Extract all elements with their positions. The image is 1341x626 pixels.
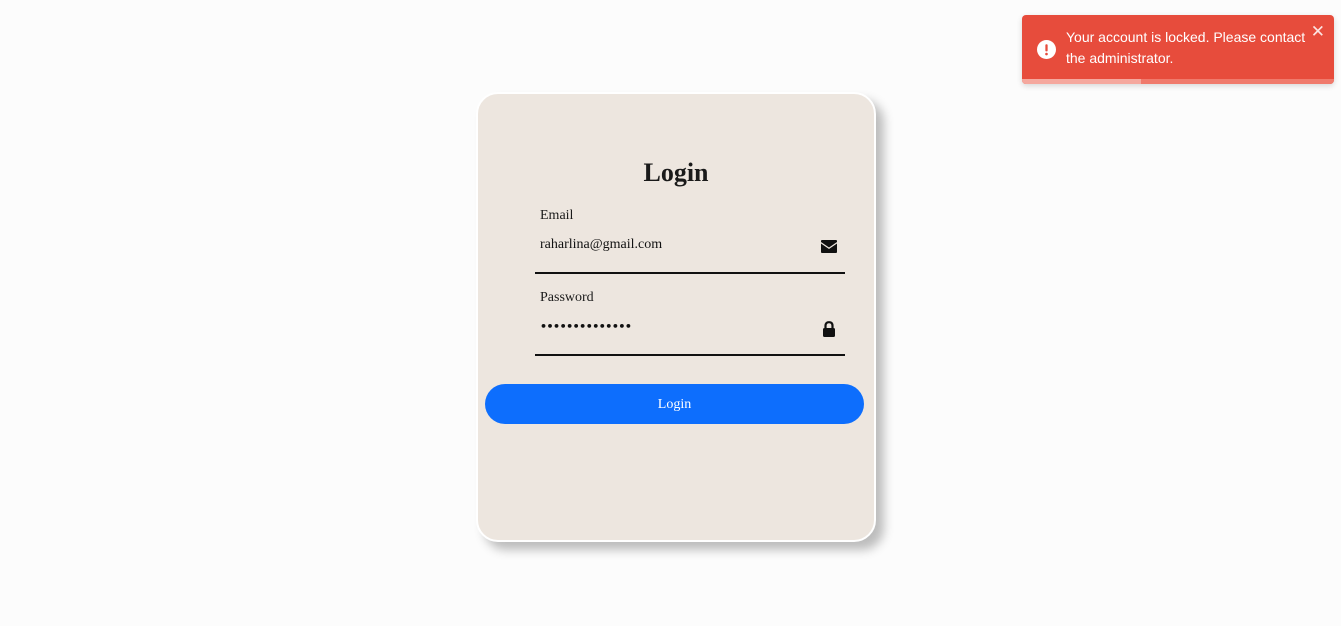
password-input[interactable]: •••••••••••••• (540, 320, 810, 333)
password-label: Password (540, 290, 594, 305)
toast-progress-bar (1022, 79, 1141, 84)
toast-progress-track (1022, 79, 1334, 84)
login-title: Login (643, 158, 709, 187)
email-label: Email (540, 208, 574, 223)
password-field[interactable]: Password •••••••••••••• (535, 290, 845, 356)
email-input[interactable]: raharlina@gmail.com (540, 237, 810, 253)
login-button[interactable]: Login (485, 384, 864, 424)
envelope-icon (821, 240, 837, 253)
toast-message: Your account is locked. Please contact t… (1066, 29, 1306, 66)
close-icon[interactable]: ✕ (1311, 23, 1325, 40)
error-toast: Your account is locked. Please contact t… (1022, 15, 1334, 84)
lock-icon (823, 321, 835, 337)
error-circle-icon (1037, 40, 1056, 59)
login-card: Login Email raharlina@gmail.com Password… (476, 92, 876, 542)
email-field[interactable]: Email raharlina@gmail.com (535, 208, 845, 274)
